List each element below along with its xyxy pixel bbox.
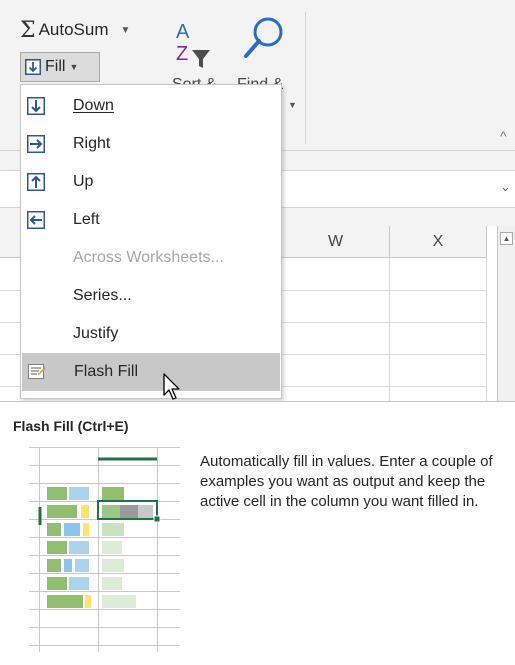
expand-formula-bar-icon[interactable]: ⌄ [500,179,511,195]
column-header-x[interactable]: X [390,226,487,258]
tooltip-description: Automatically fill in values. Enter a co… [200,453,493,510]
svg-text:Z: Z [176,43,188,65]
fill-down-icon [27,97,45,115]
flash-fill-illustration [29,447,180,652]
sort-filter-button[interactable]: A Z [170,16,222,76]
menu-item-down[interactable]: Down [21,87,281,125]
menu-item-flash-fill[interactable]: Flash Fill [22,353,280,391]
svg-text:A: A [176,21,190,43]
fill-button[interactable]: Fill ▼ [20,52,100,82]
tooltip-title: Flash Fill (Ctrl+E) [13,418,129,434]
vertical-scrollbar[interactable]: ▲ [497,226,515,401]
menu-item-up[interactable]: Up [21,163,281,201]
menu-item-label: Series... [73,287,132,304]
fill-up-icon [27,173,45,191]
find-select-button[interactable] [240,14,288,74]
magnifier-icon [244,17,283,58]
autosum-button[interactable]: Σ AutoSum ▼ [20,16,130,44]
menu-item-justify[interactable]: Justify [21,315,281,353]
menu-item-label: Left [73,211,100,228]
chevron-down-icon[interactable]: ▼ [121,25,131,36]
fill-label: Fill [45,58,66,75]
flash-fill-tooltip: Flash Fill (Ctrl+E) Automatically fill i… [0,401,515,665]
sort-az-icon: A Z [176,21,210,68]
fill-left-icon [27,211,45,229]
chevron-down-icon[interactable]: ▼ [288,100,297,110]
chevron-down-icon: ▼ [69,62,79,72]
flash-fill-icon [28,363,46,381]
column-line [486,258,487,401]
menu-item-left[interactable]: Left [21,201,281,239]
menu-item-across-worksheets: Across Worksheets... [21,239,281,277]
menu-item-label: Flash Fill [74,363,139,380]
fill-right-icon [27,135,45,153]
menu-item-label: Down [73,97,114,114]
menu-item-label: Up [73,173,94,190]
menu-item-right[interactable]: Right [21,125,281,163]
menu-item-label: Right [73,135,111,152]
fill-down-icon [25,59,41,75]
scroll-up-icon[interactable]: ▲ [500,232,513,245]
column-header-w[interactable]: W [282,226,390,258]
mouse-pointer-icon [163,373,180,400]
autosum-label: AutoSum [38,20,109,39]
sigma-icon: Σ [20,17,36,43]
fill-dropdown-menu: Down Right Up Left Across Worksheets... … [20,84,282,399]
menu-item-label: Across Worksheets... [73,249,224,266]
menu-item-label: Justify [73,325,119,342]
menu-item-series[interactable]: Series... [21,277,281,315]
ribbon-separator [305,12,306,144]
column-line [389,258,390,401]
collapse-ribbon-icon[interactable]: ^ [500,128,507,144]
